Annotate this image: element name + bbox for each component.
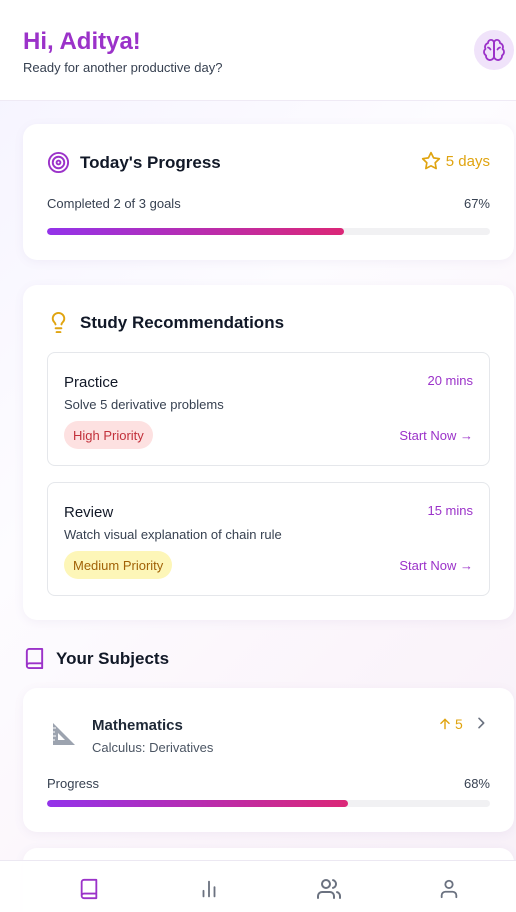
goals-percent-label: 67% — [463, 196, 490, 211]
app-header: Hi, Aditya! Ready for another productive… — [0, 0, 516, 101]
greeting-subtitle: Ready for another productive day? — [23, 60, 223, 75]
streak-label: 5 days — [445, 152, 490, 170]
book-icon — [80, 878, 98, 900]
bar-chart-icon — [202, 880, 216, 898]
progress-title-row: Today's Progress — [47, 151, 221, 174]
subject-progress-bar — [47, 800, 490, 807]
star-icon — [421, 151, 440, 170]
nav-subjects[interactable] — [77, 877, 101, 901]
start-now-link[interactable]: Start Now → — [399, 428, 473, 443]
arrow-up-icon — [440, 718, 450, 730]
recommendations-title: Study Recommendations — [80, 312, 285, 332]
goals-progress-bar — [47, 228, 490, 235]
subject-progress-percent: 68% — [463, 776, 490, 791]
dashboard-page: Hi, Aditya! Ready for another productive… — [0, 0, 516, 912]
recommendation-type: Practice — [64, 374, 119, 391]
recommendation-item[interactable]: Practice Solve 5 derivative problems 20 … — [47, 352, 490, 466]
subject-progress-fill — [47, 800, 349, 807]
nav-profile[interactable] — [437, 877, 461, 901]
subjects-heading: Your Subjects — [23, 647, 169, 670]
streak-indicator: 5 days — [421, 151, 490, 171]
subject-trend: 5 — [438, 716, 463, 732]
recommendation-description: Watch visual explanation of chain rule — [64, 527, 282, 542]
subject-progress-label: Progress — [47, 776, 100, 791]
recommendations-title-row: Study Recommendations — [47, 311, 284, 334]
subject-name: Mathematics — [92, 717, 183, 734]
progress-card — [23, 124, 514, 260]
progress-title: Today's Progress — [80, 152, 221, 172]
subject-topic: Calculus: Derivatives — [92, 740, 214, 755]
start-now-link[interactable]: Start Now → — [399, 558, 473, 573]
recommendation-description: Solve 5 derivative problems — [64, 397, 224, 412]
subjects-title: Your Subjects — [56, 648, 170, 668]
priority-badge: High Priority — [64, 421, 153, 449]
goals-completed-label: Completed 2 of 3 goals — [47, 196, 181, 211]
ai-assistant-button[interactable] — [474, 30, 514, 70]
subject-trend-value: 5 — [455, 716, 463, 732]
book-icon — [25, 647, 44, 670]
subject-card-mathematics[interactable]: Mathematics Calculus: Derivatives 5 Prog… — [23, 688, 514, 832]
recommendation-duration: 20 mins — [427, 373, 473, 388]
user-icon — [440, 879, 458, 899]
recommendation-item[interactable]: Review Watch visual explanation of chain… — [47, 482, 490, 596]
recommendation-type: Review — [64, 504, 114, 521]
goals-progress-fill — [47, 228, 344, 235]
set-square-icon — [53, 723, 75, 745]
target-icon — [47, 151, 70, 174]
users-icon — [317, 879, 341, 899]
nav-community[interactable] — [317, 877, 341, 901]
greeting-title: Hi, Aditya! — [23, 28, 141, 55]
bottom-navigation — [0, 860, 516, 912]
priority-badge: Medium Priority — [64, 551, 173, 579]
recommendation-duration: 15 mins — [427, 503, 473, 518]
brain-icon — [483, 39, 505, 61]
lightbulb-icon — [51, 311, 66, 334]
chevron-right-icon[interactable] — [473, 715, 489, 731]
nav-stats[interactable] — [197, 877, 221, 901]
